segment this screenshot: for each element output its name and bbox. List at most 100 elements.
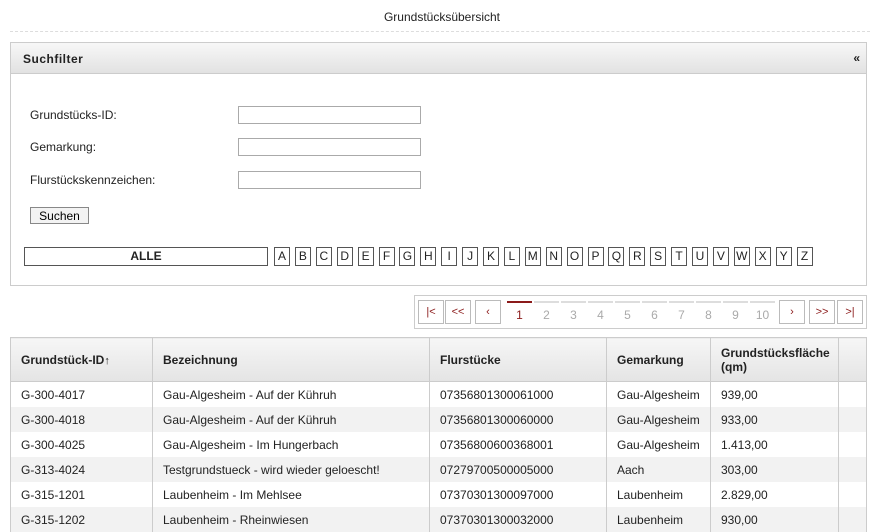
cell-flaeche: 933,00 [710, 407, 839, 432]
page-number-7[interactable]: 7 [669, 301, 694, 327]
cell-grundstueck-id: G-315-1202 [10, 507, 153, 532]
cell-gemarkung: Laubenheim [606, 507, 711, 532]
page-number-3[interactable]: 3 [561, 301, 586, 327]
letter-filter-e[interactable]: E [357, 247, 374, 266]
letter-filter-s[interactable]: S [650, 247, 667, 266]
table-row[interactable]: G-315-1201 Laubenheim - Im Mehlsee 0737030… [10, 482, 867, 507]
grundstuecks-id-input[interactable] [238, 106, 421, 124]
letter-filter-d[interactable]: D [336, 247, 353, 266]
table-row[interactable]: G-300-4018 Gau-Algesheim - Auf der Kühruh… [10, 407, 867, 432]
prev-block-button[interactable]: << [445, 300, 471, 324]
letter-filter-t[interactable]: T [671, 247, 688, 266]
grundstuecks-id-label: Grundstücks-ID: [30, 108, 117, 122]
col-header-flurstuecke[interactable]: Flurstücke [429, 337, 607, 382]
pagination: |< << ‹ 1 2 3 4 5 6 7 8 9 10 › >> >| [414, 295, 867, 329]
letter-filter-f[interactable]: F [378, 247, 395, 266]
search-filter-title: Suchfilter [23, 52, 84, 66]
cell-flurstuecke: 07279700500005000 [429, 457, 607, 482]
cell-bezeichnung: Laubenheim - Im Mehlsee [152, 482, 430, 507]
cell-actions [838, 381, 867, 407]
col-header-grundstueck-id[interactable]: Grundstück-ID↑ [10, 337, 153, 382]
cell-flurstuecke: 07370301300097000 [429, 482, 607, 507]
cell-bezeichnung: Laubenheim - Rheinwiesen [152, 507, 430, 532]
flurstueckskennzeichen-input[interactable] [238, 171, 421, 189]
gemarkung-label: Gemarkung: [30, 140, 97, 154]
letter-filter-k[interactable]: K [483, 247, 499, 266]
gemarkung-input[interactable] [238, 138, 421, 156]
letter-filter-g[interactable]: G [399, 247, 416, 266]
col-header-label: Grundstück-ID [21, 352, 105, 367]
letter-filter-o[interactable]: O [566, 247, 583, 266]
letter-filter-l[interactable]: L [503, 247, 520, 266]
collapse-icon[interactable]: « [853, 51, 860, 65]
page-number-10[interactable]: 10 [750, 301, 775, 327]
search-button[interactable]: Suchen [30, 207, 89, 224]
cell-bezeichnung: Gau-Algesheim - Im Hungerbach [152, 432, 430, 457]
letter-filter-x[interactable]: X [754, 247, 771, 266]
cell-gemarkung: Laubenheim [606, 482, 711, 507]
flurstueckskennzeichen-label: Flurstückskennzeichen: [30, 173, 156, 187]
cell-grundstueck-id: G-315-1201 [10, 482, 153, 507]
table-row[interactable]: G-300-4025 Gau-Algesheim - Im Hungerbach 0… [10, 432, 867, 457]
sort-ascending-icon: ↑ [104, 354, 110, 367]
cell-actions [838, 482, 867, 507]
letter-filter-a[interactable]: A [274, 247, 290, 266]
letter-filter-q[interactable]: Q [608, 247, 625, 266]
cell-flaeche: 939,00 [710, 381, 839, 407]
letter-filter-h[interactable]: H [420, 247, 437, 266]
letter-filter-n[interactable]: N [545, 247, 562, 266]
table-row[interactable]: G-300-4017 Gau-Algesheim - Auf der Kühruh… [10, 381, 867, 407]
last-page-button[interactable]: >| [837, 300, 863, 324]
search-filter-header[interactable]: Suchfilter « [11, 43, 866, 74]
cell-gemarkung: Aach [606, 457, 711, 482]
cell-actions [838, 507, 867, 532]
filter-all-button[interactable]: ALLE [24, 247, 268, 266]
letter-filter-p[interactable]: P [587, 247, 604, 266]
col-header-gemarkung[interactable]: Gemarkung [606, 337, 711, 382]
page-number-9[interactable]: 9 [723, 301, 748, 327]
cell-bezeichnung: Gau-Algesheim - Auf der Kühruh [152, 381, 430, 407]
letter-filter-j[interactable]: J [462, 247, 479, 266]
next-page-button[interactable]: › [779, 300, 805, 324]
col-header-grundstuecksflaeche[interactable]: Grundstücksfläche (qm) [710, 337, 839, 382]
prev-page-button[interactable]: ‹ [475, 300, 501, 324]
search-filter-panel: Suchfilter « Grundstücks-ID: Gemarkung: … [10, 42, 867, 286]
next-block-button[interactable]: >> [809, 300, 835, 324]
cell-actions [838, 407, 867, 432]
page-number-5[interactable]: 5 [615, 301, 640, 327]
letter-filter-m[interactable]: M [524, 247, 541, 266]
cell-gemarkung: Gau-Algesheim [606, 432, 711, 457]
letter-filter-y[interactable]: Y [775, 247, 792, 266]
letter-filter-z[interactable]: Z [796, 247, 813, 266]
cell-grundstueck-id: G-300-4025 [10, 432, 153, 457]
letter-filter-v[interactable]: V [712, 247, 729, 266]
page-number-6[interactable]: 6 [642, 301, 667, 327]
letter-filter-c[interactable]: C [315, 247, 332, 266]
letter-filter-u[interactable]: U [692, 247, 708, 266]
table-row[interactable]: G-315-1202 Laubenheim - Rheinwiesen 073703… [10, 507, 867, 532]
col-header-bezeichnung[interactable]: Bezeichnung [152, 337, 430, 382]
letter-filter-r[interactable]: R [629, 247, 646, 266]
cell-bezeichnung: Gau-Algesheim - Auf der Kühruh [152, 407, 430, 432]
page-title: Grundstücksübersicht [383, 10, 501, 24]
page-number-2[interactable]: 2 [534, 301, 559, 327]
table-row[interactable]: G-313-4024 Testgrundstueck - wird wieder … [10, 457, 867, 482]
page-number-4[interactable]: 4 [588, 301, 613, 327]
page-number-1[interactable]: 1 [507, 301, 532, 327]
cell-actions [838, 432, 867, 457]
cell-gemarkung: Gau-Algesheim [606, 407, 711, 432]
first-page-button[interactable]: |< [418, 300, 444, 324]
cell-bezeichnung: Testgrundstueck - wird wieder geloescht! [152, 457, 430, 482]
letter-filter-w[interactable]: W [733, 247, 750, 266]
cell-flurstuecke: 07356800600368001 [429, 432, 607, 457]
col-header-actions [838, 337, 867, 382]
cell-flaeche: 2.829,00 [710, 482, 839, 507]
cell-flaeche: 303,00 [710, 457, 839, 482]
property-table: Grundstück-ID↑ Bezeichnung Flurstücke Ge… [10, 337, 867, 532]
cell-flurstuecke: 07356801300060000 [429, 407, 607, 432]
letter-filter-i[interactable]: I [441, 247, 458, 266]
page-number-8[interactable]: 8 [696, 301, 721, 327]
table-header-row: Grundstück-ID↑ Bezeichnung Flurstücke Ge… [10, 337, 867, 382]
title-divider [10, 31, 870, 32]
letter-filter-b[interactable]: B [294, 247, 311, 266]
